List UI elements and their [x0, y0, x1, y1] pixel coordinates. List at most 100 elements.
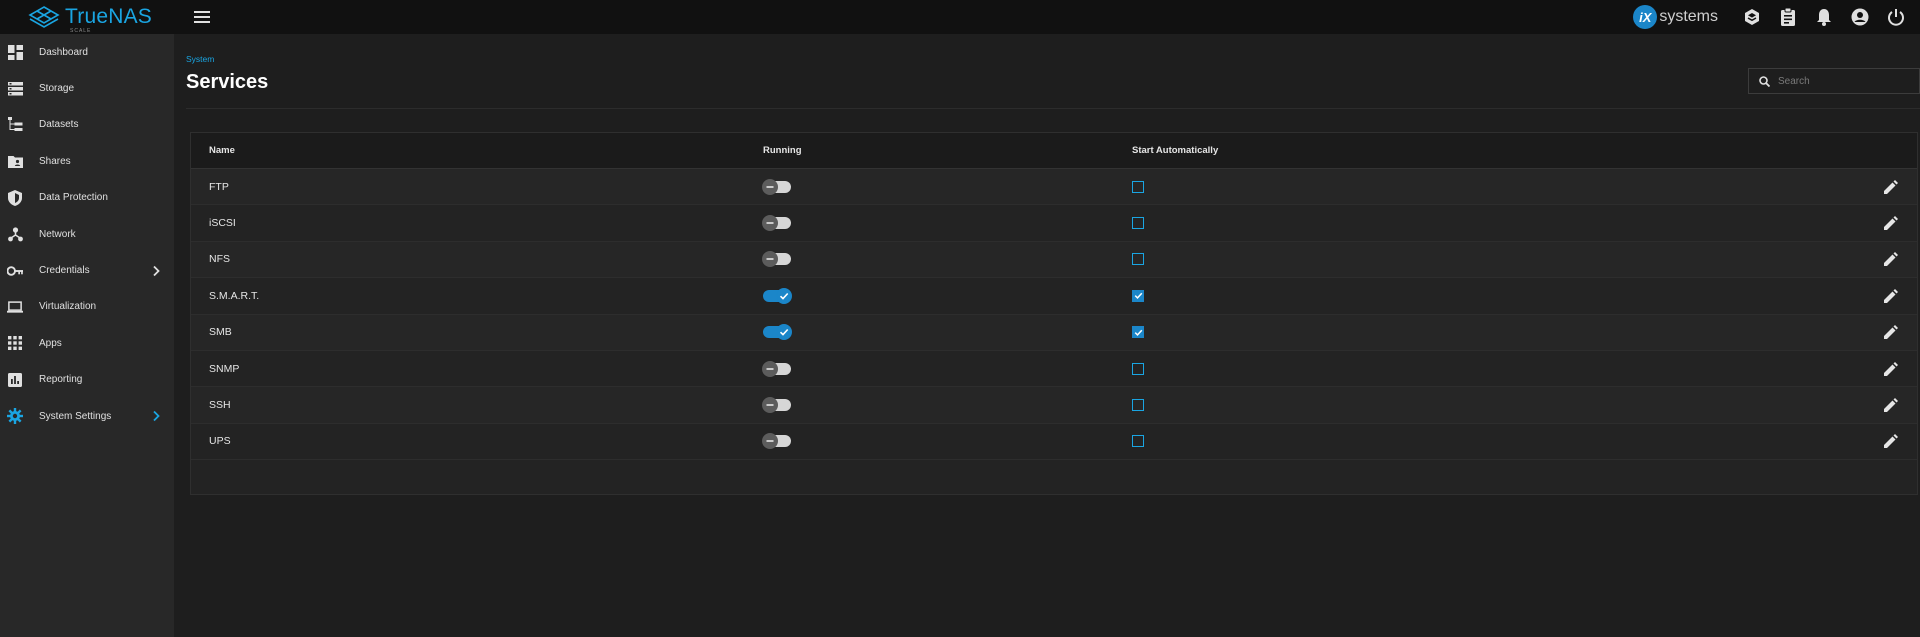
sidebar-item-data-protection[interactable]: Data Protection: [0, 180, 174, 216]
gear-icon: [7, 408, 23, 425]
start-automatically-checkbox[interactable]: [1132, 435, 1144, 448]
page-title: Services: [186, 71, 269, 93]
sidebar-item-label: Virtualization: [39, 301, 97, 313]
running-toggle[interactable]: [762, 433, 791, 450]
edit-service-button[interactable]: [1881, 431, 1901, 451]
pencil-icon: [1884, 252, 1898, 267]
running-toggle[interactable]: [762, 397, 791, 414]
running-toggle[interactable]: [762, 251, 791, 268]
toggle-knob: [762, 178, 778, 195]
edit-service-button[interactable]: [1881, 395, 1901, 415]
sidebar-item-storage[interactable]: Storage: [0, 70, 174, 106]
sidebar-item-credentials[interactable]: Credentials: [0, 252, 174, 288]
hamburger-menu-button[interactable]: [182, 0, 222, 34]
jobs-button[interactable]: [1770, 0, 1806, 34]
edit-service-button[interactable]: [1881, 359, 1901, 379]
edit-service-button[interactable]: [1881, 177, 1901, 197]
check-icon: [1134, 293, 1142, 300]
toggle-knob: [762, 397, 778, 414]
power-button[interactable]: [1878, 0, 1914, 34]
service-name: SMB: [209, 326, 232, 339]
service-name: FTP: [209, 180, 229, 193]
account-button[interactable]: [1842, 0, 1878, 34]
start-automatically-checkbox[interactable]: [1132, 362, 1144, 375]
running-toggle[interactable]: [762, 178, 791, 195]
truenas-logo[interactable]: TrueNAS SCALE: [0, 0, 174, 34]
search-input[interactable]: [1778, 75, 1908, 87]
pencil-icon: [1884, 288, 1898, 303]
search-box[interactable]: [1748, 68, 1920, 94]
start-automatically-checkbox[interactable]: [1132, 399, 1144, 412]
start-automatically-checkbox[interactable]: [1132, 217, 1144, 230]
ix-text: systems: [1659, 8, 1718, 25]
sidebar-item-label: Shares: [39, 155, 71, 167]
start-automatically-checkbox[interactable]: [1132, 253, 1144, 266]
edit-service-button[interactable]: [1881, 322, 1901, 342]
edit-service-button[interactable]: [1881, 213, 1901, 233]
service-name: iSCSI: [209, 217, 236, 230]
toggle-knob: [762, 251, 778, 268]
pencil-icon: [1884, 361, 1898, 376]
notifications-button[interactable]: [1806, 0, 1842, 34]
main-content: System Services Name Running Start Autom…: [174, 34, 1920, 637]
account-circle-icon: [1851, 8, 1869, 26]
check-icon: [779, 292, 789, 300]
sidebar: Dashboard Storage Datasets Shares Data P…: [0, 34, 174, 637]
sidebar-item-virtualization[interactable]: Virtualization: [0, 289, 174, 325]
service-name: UPS: [209, 435, 231, 448]
sidebar-item-shares[interactable]: Shares: [0, 143, 174, 179]
edit-service-button[interactable]: [1881, 249, 1901, 269]
sidebar-item-label: System Settings: [39, 410, 112, 422]
table-row: iSCSI: [191, 205, 1917, 242]
sidebar-item-apps[interactable]: Apps: [0, 325, 174, 361]
header-divider: [186, 108, 1920, 109]
sidebar-item-label: Data Protection: [39, 192, 108, 204]
start-automatically-checkbox[interactable]: [1132, 180, 1144, 193]
service-name: S.M.A.R.T.: [209, 289, 260, 302]
sidebar-item-reporting[interactable]: Reporting: [0, 362, 174, 398]
check-icon: [1134, 329, 1142, 336]
start-automatically-checkbox[interactable]: [1132, 289, 1144, 302]
brand-name: TrueNAS: [65, 5, 152, 28]
service-name: SSH: [209, 399, 231, 412]
toggle-knob: [762, 360, 778, 377]
storage-icon: [7, 81, 23, 97]
truenas-logo-icon: [28, 6, 60, 28]
breadcrumb[interactable]: System: [186, 54, 214, 64]
sidebar-item-network[interactable]: Network: [0, 216, 174, 252]
pencil-icon: [1884, 216, 1898, 231]
running-toggle[interactable]: [762, 360, 791, 377]
bar-chart-icon: [7, 372, 23, 388]
truecommand-icon: [1745, 9, 1759, 25]
ixsystems-logo[interactable]: iX systems: [1633, 5, 1718, 29]
sidebar-item-datasets[interactable]: Datasets: [0, 107, 174, 143]
column-header-name[interactable]: Name: [209, 145, 235, 156]
minus-icon: [766, 367, 774, 370]
table-row: SSH: [191, 387, 1917, 424]
sidebar-item-label: Storage: [39, 83, 75, 95]
sidebar-item-label: Apps: [39, 337, 62, 349]
table-row: SNMP: [191, 351, 1917, 388]
table-row: FTP: [191, 169, 1917, 206]
shares-icon: [7, 153, 23, 169]
running-toggle[interactable]: [763, 324, 792, 341]
running-toggle[interactable]: [763, 287, 792, 304]
truecommand-button[interactable]: [1734, 0, 1770, 34]
laptop-icon: [7, 299, 23, 315]
table-row: SMB: [191, 314, 1917, 351]
check-icon: [779, 329, 789, 337]
sidebar-item-dashboard[interactable]: Dashboard: [0, 34, 174, 70]
pencil-icon: [1884, 434, 1898, 449]
column-header-running[interactable]: Running: [763, 145, 802, 156]
minus-icon: [766, 185, 774, 188]
sidebar-item-system-settings[interactable]: System Settings: [0, 398, 174, 434]
chevron-right-icon: [153, 410, 160, 422]
start-automatically-checkbox[interactable]: [1132, 326, 1144, 339]
bell-icon: [1817, 9, 1831, 26]
pencil-icon: [1884, 398, 1898, 413]
sidebar-item-label: Datasets: [39, 119, 79, 131]
service-name: SNMP: [209, 362, 240, 375]
running-toggle[interactable]: [762, 215, 791, 232]
column-header-start-automatically[interactable]: Start Automatically: [1132, 145, 1218, 156]
edit-service-button[interactable]: [1881, 286, 1901, 306]
